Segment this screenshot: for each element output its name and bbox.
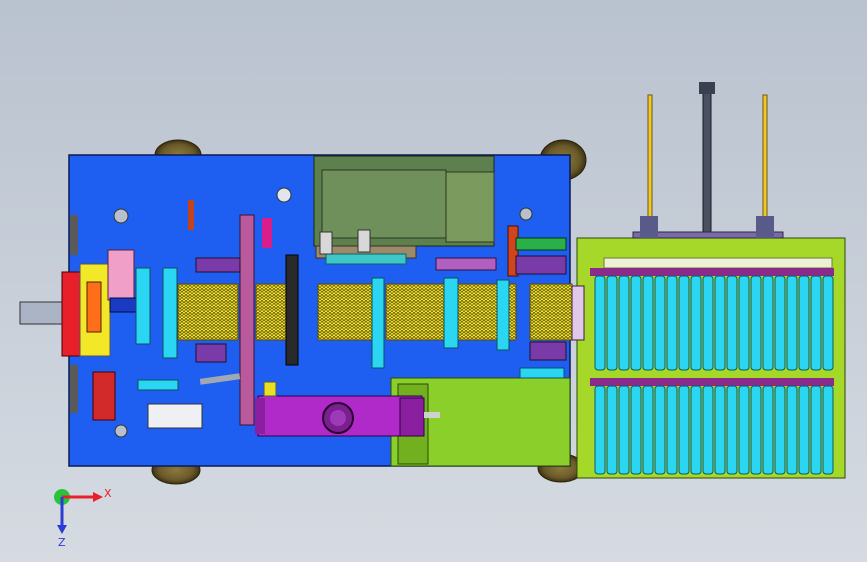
pneumatic-cylinder — [255, 395, 440, 437]
tray-cell — [738, 275, 750, 371]
tray-cell — [810, 275, 822, 371]
spring-segment — [255, 283, 287, 341]
tray-cell — [642, 385, 654, 475]
tray-cell — [654, 275, 666, 371]
tray-cell — [630, 275, 642, 371]
tray-cell — [810, 385, 822, 475]
tray-cell — [690, 275, 702, 371]
tray-cell — [702, 275, 714, 371]
tray-cell — [726, 385, 738, 475]
tray-cell — [594, 275, 606, 371]
tray-cell — [786, 385, 798, 475]
tray-cell — [762, 275, 774, 371]
tray-cell — [702, 385, 714, 475]
triad-z-label: Z — [58, 536, 66, 549]
tray-cell — [822, 275, 834, 371]
tray-cell — [642, 275, 654, 371]
tray-cell — [786, 275, 798, 371]
spring-segment — [385, 283, 445, 341]
tray-cell — [714, 275, 726, 371]
tray-cell — [618, 275, 630, 371]
spring-segment — [317, 283, 373, 341]
tray-cell — [822, 385, 834, 475]
top-support-rods — [632, 82, 784, 239]
tray-cell — [714, 385, 726, 475]
triad-x-arrow — [93, 492, 103, 502]
tray-cell — [630, 385, 642, 475]
cad-drawing-canvas: X Z — [19, 82, 846, 549]
tray-cell — [762, 385, 774, 475]
tray-cell — [726, 275, 738, 371]
tray-cell — [798, 275, 810, 371]
tray-cell — [798, 385, 810, 475]
tray-cell — [666, 275, 678, 371]
tray-cell — [774, 385, 786, 475]
tray-cell — [678, 385, 690, 475]
triad-x-label: X — [104, 487, 112, 500]
coordinate-triad: X Z — [54, 487, 112, 549]
spring-segment — [529, 283, 573, 341]
tray-cell — [654, 385, 666, 475]
tray-cell — [618, 385, 630, 475]
tray-cell — [774, 275, 786, 371]
tray-cell — [678, 275, 690, 371]
tray-cell — [594, 385, 606, 475]
triad-z-arrow — [57, 525, 67, 534]
tray-cell — [750, 385, 762, 475]
tray-cell — [738, 385, 750, 475]
tray-cell — [666, 385, 678, 475]
tray-cell — [606, 275, 618, 371]
tray-cell — [606, 385, 618, 475]
spring-segment — [177, 283, 239, 341]
tray-cell — [750, 275, 762, 371]
tray-cell — [690, 385, 702, 475]
